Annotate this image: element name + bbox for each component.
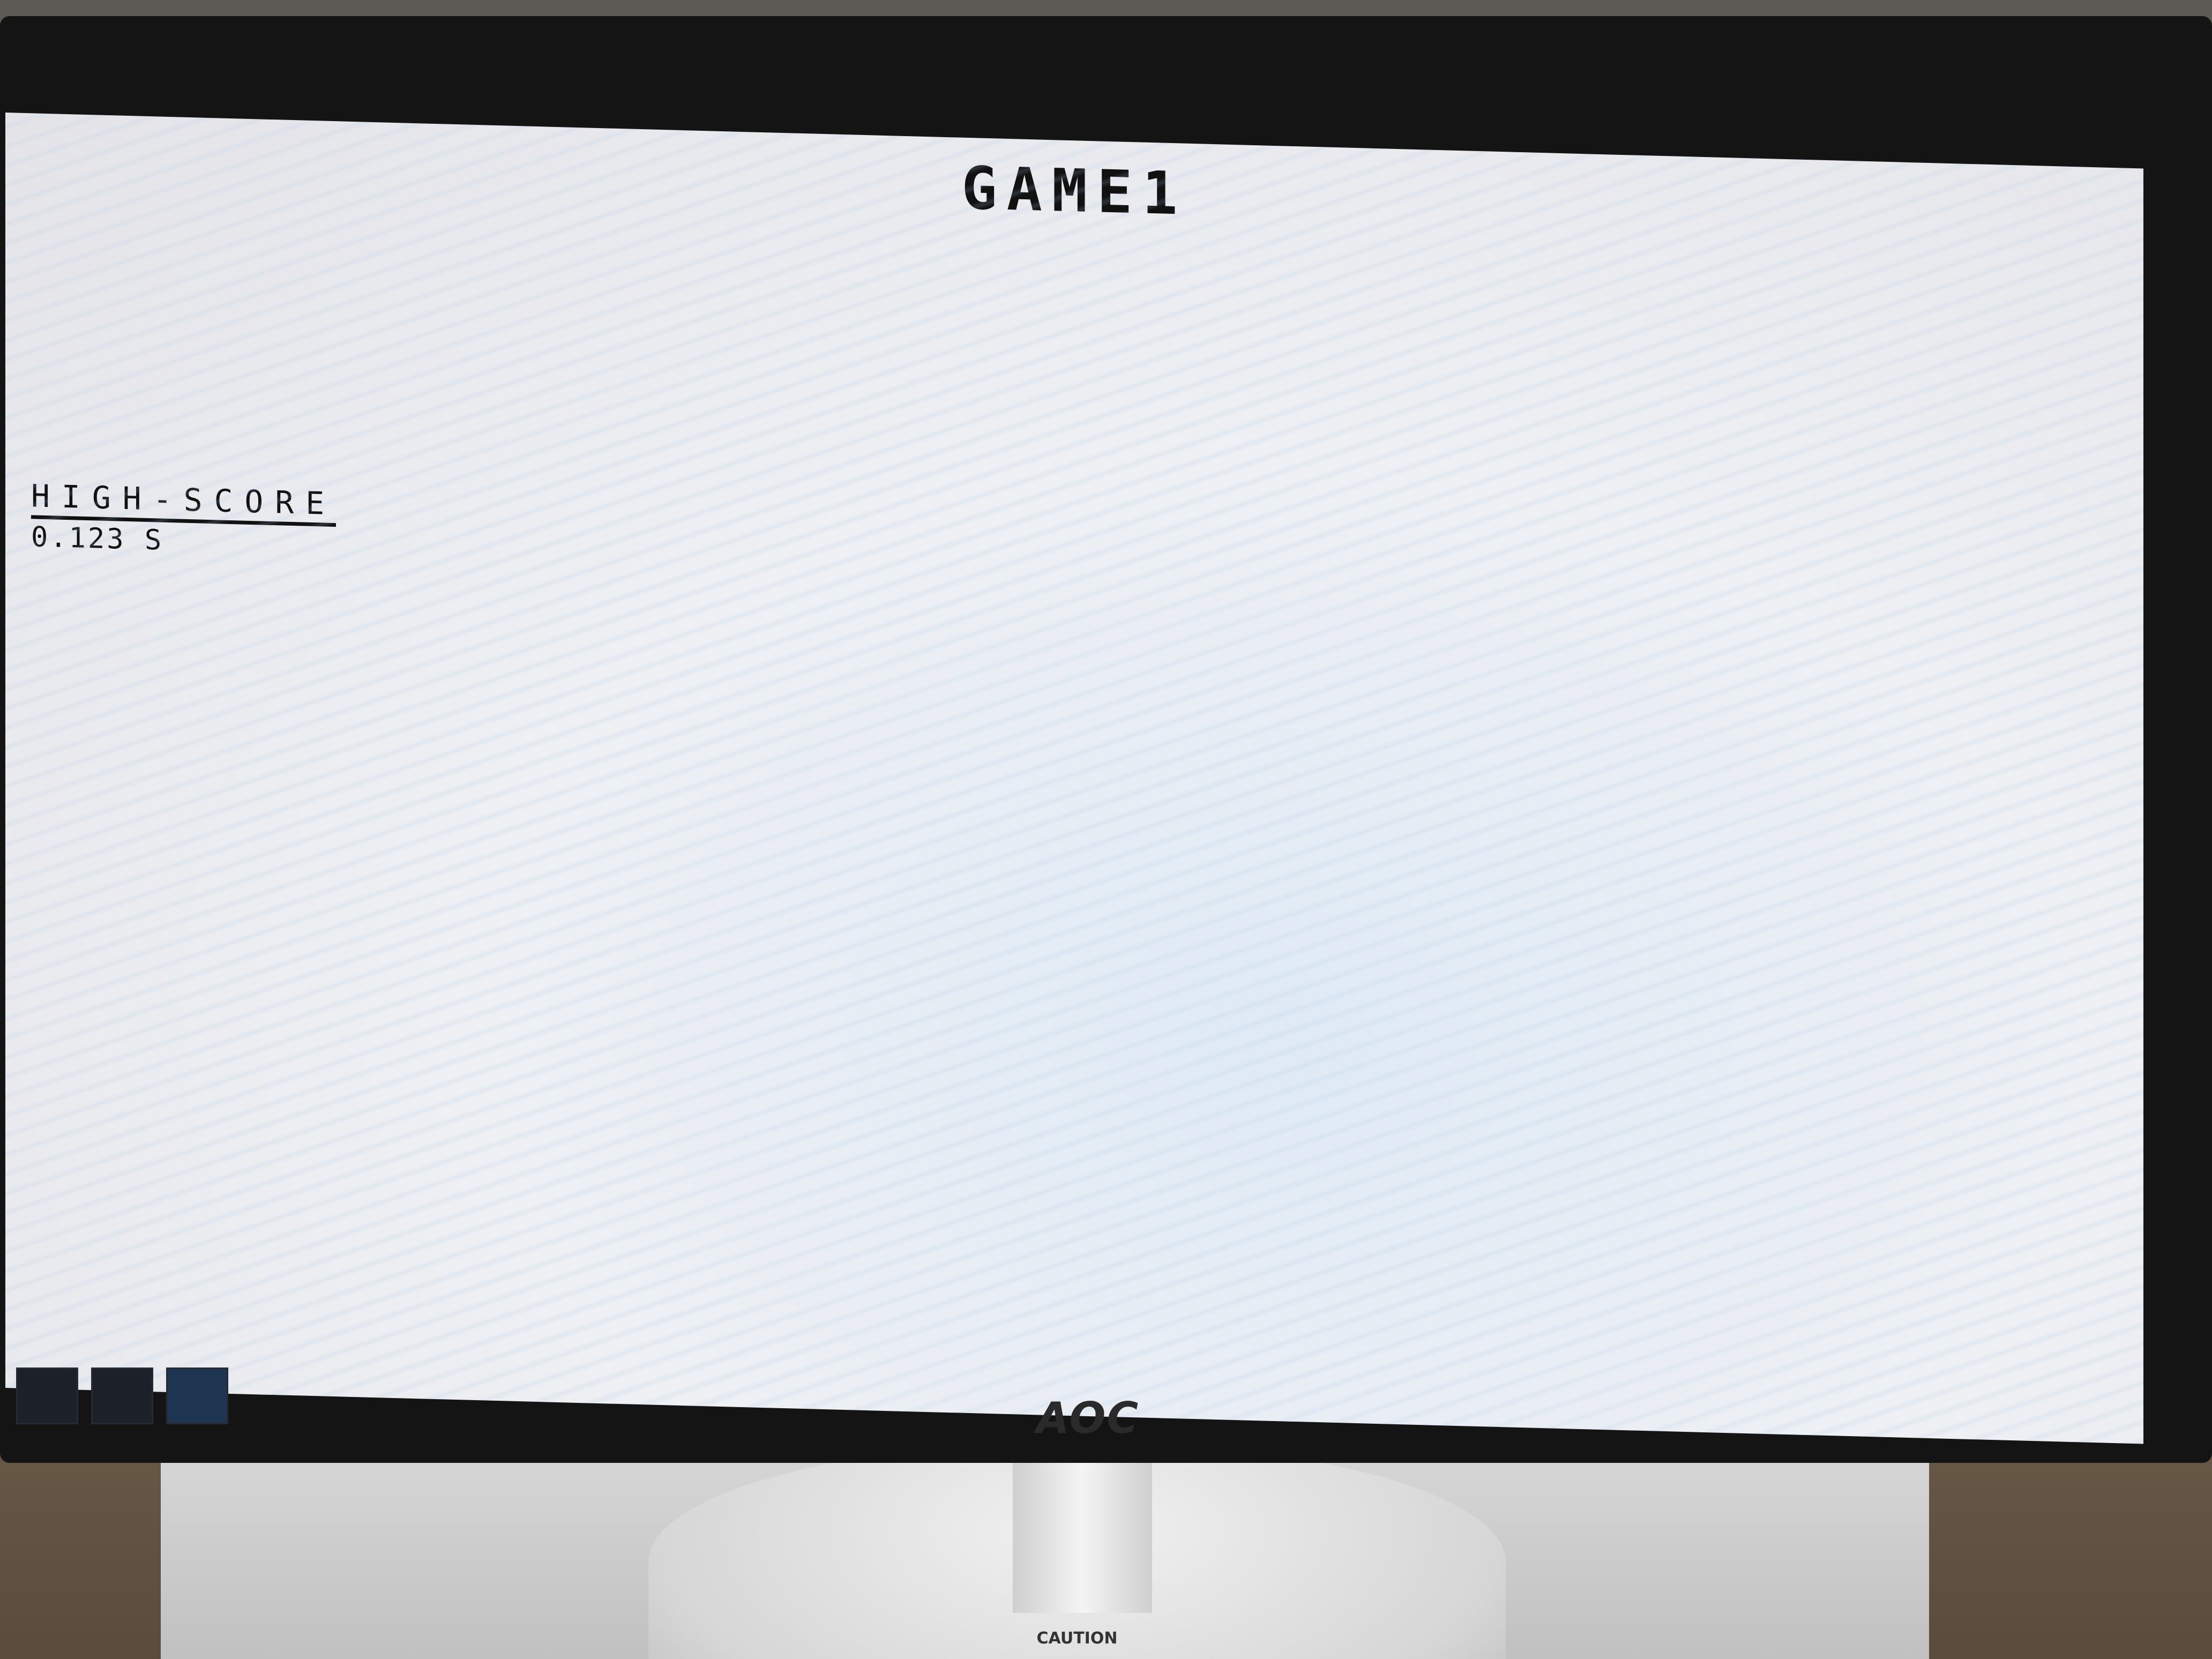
taskbar-icon	[16, 1367, 78, 1424]
caution-label: CAUTION	[1036, 1629, 1118, 1648]
game-title: GAME1	[961, 153, 1187, 228]
taskbar-icon	[166, 1367, 228, 1424]
high-score-value: 0.123 S	[31, 521, 164, 557]
taskbar-reflection	[16, 1366, 246, 1425]
monitor-stand-neck	[1013, 1441, 1152, 1613]
high-score-panel: HIGH-SCORE 0.123 S	[31, 477, 337, 561]
taskbar-icon	[91, 1367, 153, 1424]
monitor-brand-logo: AOC	[1036, 1393, 1140, 1443]
photo-scene: GAME1 HIGH-SCORE 0.123 S AOC CAUTION	[0, 0, 2212, 1659]
game-screen: GAME1 HIGH-SCORE 0.123 S	[5, 113, 2143, 1444]
high-score-label: HIGH-SCORE	[31, 477, 337, 527]
monitor-bezel: GAME1 HIGH-SCORE 0.123 S AOC	[0, 16, 2212, 1463]
